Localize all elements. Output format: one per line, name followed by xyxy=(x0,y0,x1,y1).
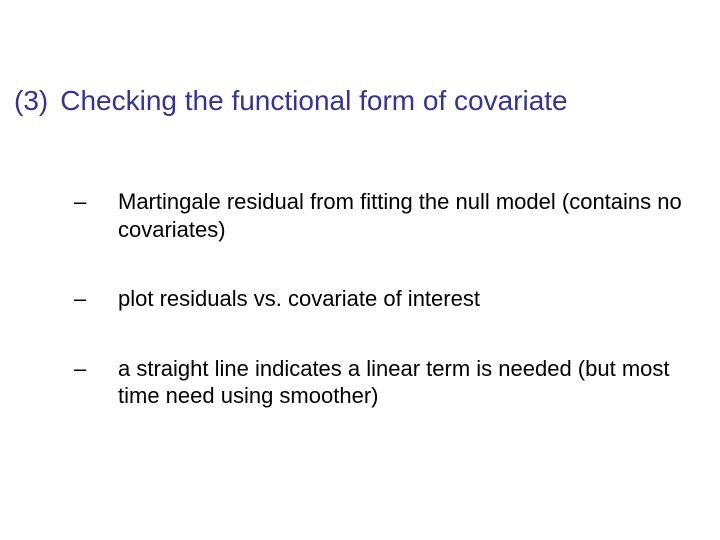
bullet-text: plot residuals vs. covariate of interest xyxy=(118,285,690,313)
title-number: (3) xyxy=(14,84,60,118)
list-item: – plot residuals vs. covariate of intere… xyxy=(72,285,690,313)
bullet-dash-icon: – xyxy=(72,285,118,313)
bullet-text: Martingale residual from fitting the nul… xyxy=(118,188,690,243)
slide-title: (3) Checking the functional form of cova… xyxy=(14,84,706,118)
bullet-dash-icon: – xyxy=(72,355,118,383)
slide: (3) Checking the functional form of cova… xyxy=(0,0,720,540)
bullet-text: a straight line indicates a linear term … xyxy=(118,355,690,410)
list-item: – a straight line indicates a linear ter… xyxy=(72,355,690,410)
bullet-dash-icon: – xyxy=(72,188,118,216)
title-text: Checking the functional form of covariat… xyxy=(60,84,706,118)
list-item: – Martingale residual from fitting the n… xyxy=(72,188,690,243)
bullet-list: – Martingale residual from fitting the n… xyxy=(72,188,690,452)
